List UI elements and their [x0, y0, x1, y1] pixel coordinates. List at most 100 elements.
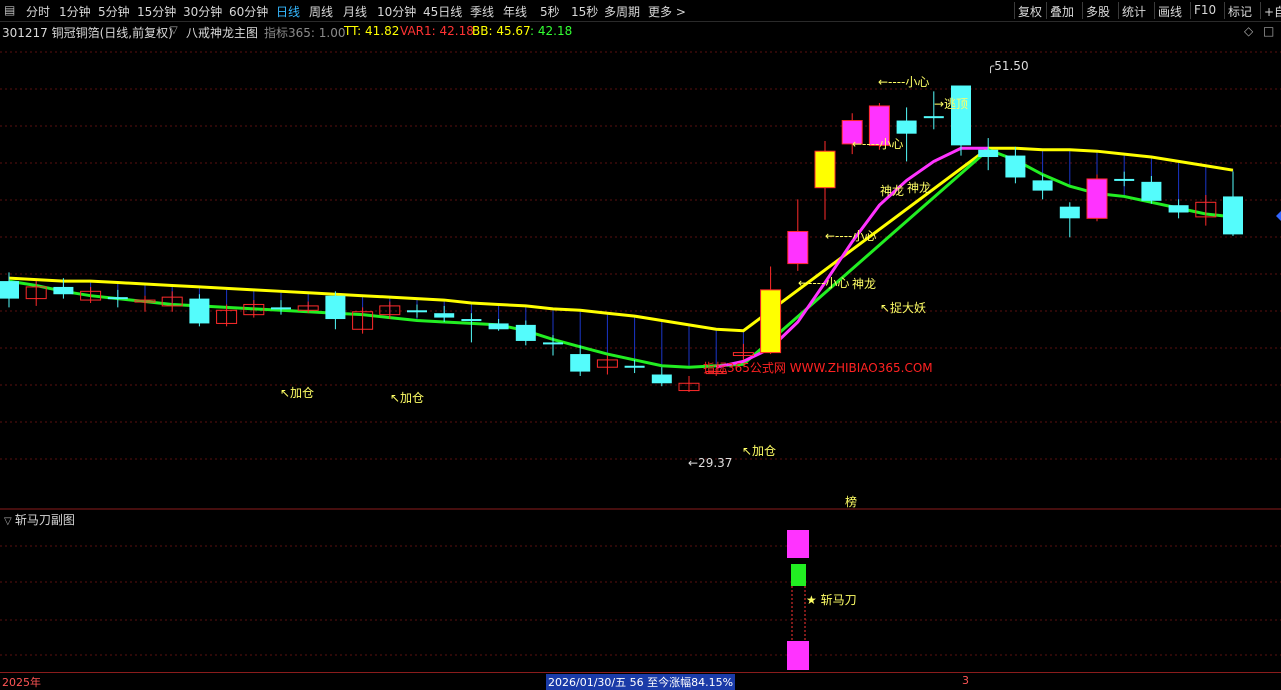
- period-14[interactable]: 15秒: [571, 3, 598, 20]
- dragon-label: 神龙: [880, 184, 904, 198]
- candle-body: [271, 307, 291, 310]
- high-price-label: ╭51.50: [987, 59, 1029, 73]
- candle-body: [189, 298, 210, 324]
- bb2-value: : 42.18: [530, 24, 573, 38]
- candle-body: [978, 149, 999, 158]
- candle-body: [1141, 181, 1162, 201]
- chevron-down-icon: ▽: [4, 516, 15, 527]
- period-11[interactable]: 季线: [470, 3, 494, 20]
- period-13[interactable]: 5秒: [540, 3, 560, 20]
- escape-label: →逃顶: [934, 97, 968, 111]
- toolbar-btn-5[interactable]: F10: [1194, 3, 1216, 17]
- candle-body: [488, 323, 509, 330]
- candle-body: [1032, 180, 1053, 191]
- careful-label: ←----小心: [878, 75, 929, 89]
- candle-body: [325, 295, 346, 320]
- knife-bar-mid: [791, 564, 806, 586]
- careful-label: ←----小心: [852, 137, 903, 151]
- knife-bar-top: [787, 530, 809, 558]
- candle-body: [1223, 196, 1243, 235]
- date-info: 2026/01/30/五 56 至今涨幅84.15%: [546, 674, 736, 690]
- candle-body: [923, 116, 944, 119]
- dragon-label: 神龙: [907, 181, 931, 195]
- candle-body: [760, 289, 782, 354]
- status-bar: 2025年 2026/01/30/五 56 至今涨幅84.15% 3: [0, 672, 1281, 690]
- add-position-label: ↖加仓: [280, 386, 314, 400]
- toolbar-btn-7[interactable]: +自选: [1264, 3, 1281, 20]
- period-2[interactable]: 5分钟: [98, 3, 130, 20]
- candle-body: [407, 310, 427, 313]
- dragon-label: 神龙: [852, 277, 876, 291]
- candle-body: [1086, 178, 1108, 219]
- knife-label: ★ 斩马刀: [806, 593, 857, 607]
- toolbar-btn-1[interactable]: 叠加: [1050, 3, 1074, 20]
- candle-body: [0, 281, 19, 299]
- toolbar-separator: [1082, 2, 1083, 19]
- add-position-label: ↖加仓: [390, 391, 424, 405]
- candle-body: [951, 85, 971, 146]
- candle-body: [53, 286, 74, 295]
- watermark-label: 指标365公式网 WWW.ZHIBIAO365.COM: [703, 360, 933, 375]
- candle-body: [461, 319, 482, 322]
- toolbar-btn-0[interactable]: 复权: [1018, 3, 1042, 20]
- candle-body: [814, 150, 836, 189]
- marker-label: 3: [962, 674, 969, 687]
- candle-body: [1114, 178, 1135, 181]
- period-12[interactable]: 年线: [503, 3, 527, 20]
- stock-title[interactable]: 301217 铜冠铜箔(日线,前复权): [2, 24, 173, 41]
- period-5[interactable]: 60分钟: [229, 3, 268, 20]
- period-6[interactable]: 日线: [276, 3, 300, 20]
- bb-value: BB: 45.67: [472, 24, 531, 38]
- toolbar-btn-4[interactable]: 画线: [1158, 3, 1182, 20]
- candle-body: [1168, 205, 1189, 213]
- toolbar-btn-3[interactable]: 统计: [1122, 3, 1146, 20]
- period-15[interactable]: 多周期: [604, 3, 640, 20]
- diamond-icon[interactable]: ◇: [1244, 24, 1253, 38]
- tt-value: TT: 41.82: [344, 24, 400, 38]
- careful-label: ←----小心: [825, 229, 876, 243]
- layout-icon[interactable]: ▤: [4, 3, 15, 17]
- main-chart[interactable]: ↖加仓 ↖加仓 ↖加仓 ←29.37 ←----小心 ←----小心 ←----小心 ←---…: [0, 40, 1281, 672]
- toolbar-btn-6[interactable]: 标记: [1228, 3, 1252, 20]
- indicator-info-bar: 301217 铜冠铜箔(日线,前复权) ▽ 八戒神龙主图 指标365: 1.00…: [0, 22, 1281, 40]
- toolbar-separator: [1154, 2, 1155, 19]
- candle-body: [787, 230, 809, 265]
- sub-panel-title-text: 斩马刀副图: [14, 513, 75, 527]
- period-8[interactable]: 月线: [343, 3, 367, 20]
- candle-body: [107, 297, 128, 300]
- careful-label: ←----小心: [798, 276, 849, 290]
- add-position-label: ↖加仓: [742, 444, 776, 458]
- square-icon[interactable]: □: [1263, 24, 1274, 38]
- candle-body: [570, 354, 591, 372]
- period-7[interactable]: 周线: [309, 3, 333, 20]
- period-0[interactable]: 分时: [26, 3, 50, 20]
- period-4[interactable]: 30分钟: [183, 3, 222, 20]
- indicator-name[interactable]: 八戒神龙主图: [186, 24, 258, 41]
- knife-bar-bottom: [787, 641, 809, 670]
- candle-body: [624, 365, 645, 368]
- toolbar-separator: [1224, 2, 1225, 19]
- toolbar-separator: [1260, 2, 1261, 19]
- period-10[interactable]: 45日线: [423, 3, 462, 20]
- candle-body: [896, 120, 917, 134]
- magenta-line: [715, 146, 989, 369]
- price-marker: [1276, 211, 1281, 221]
- period-16[interactable]: 更多 >: [648, 3, 686, 20]
- var1-value: VAR1: 42.18: [400, 24, 474, 38]
- toolbar-separator: [1190, 2, 1191, 19]
- toolbar-separator: [1014, 2, 1015, 19]
- chevron-down-icon[interactable]: ▽: [170, 25, 178, 36]
- candle-body: [1005, 155, 1026, 178]
- toolbar-btn-2[interactable]: 多股: [1086, 3, 1110, 20]
- candle-body: [515, 324, 536, 341]
- period-9[interactable]: 10分钟: [377, 3, 416, 20]
- sub-panel-title[interactable]: ▽ 斩马刀副图: [4, 511, 75, 528]
- period-3[interactable]: 15分钟: [137, 3, 176, 20]
- candle-body: [543, 342, 563, 345]
- candle-body: [1059, 206, 1080, 219]
- period-1[interactable]: 1分钟: [59, 3, 91, 20]
- toolbar-separator: [1118, 2, 1119, 19]
- period-toolbar: ▤ 分时 1分钟 5分钟 15分钟 30分钟 60分钟 日线 周线 月线 10分钟 45日线 季线 年线 5…: [0, 0, 1281, 22]
- bang-label: 榜: [845, 494, 857, 509]
- indicator-source: 指标365: 1.00: [264, 26, 346, 40]
